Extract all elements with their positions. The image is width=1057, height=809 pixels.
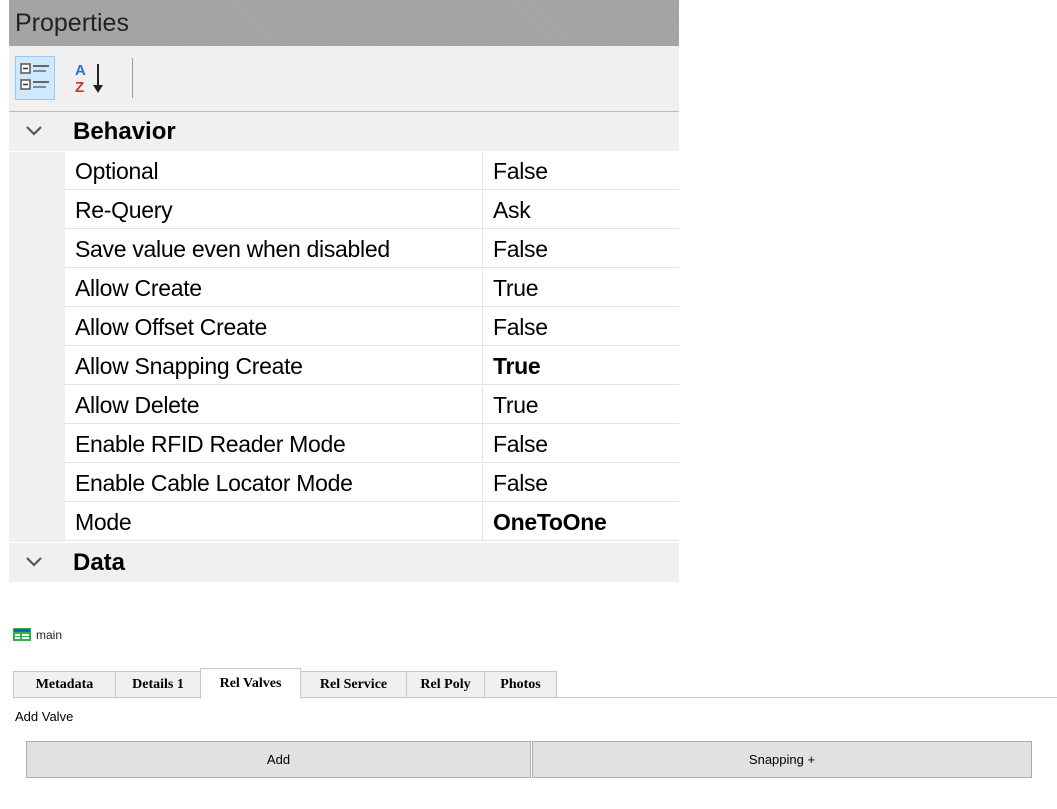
categorized-icon — [20, 63, 49, 90]
category-label: Data — [73, 549, 126, 576]
property-value[interactable]: False — [483, 308, 679, 346]
property-value[interactable]: False — [483, 425, 679, 463]
row-gutter — [9, 347, 65, 386]
row-gutter — [9, 191, 65, 230]
row-gutter — [9, 308, 65, 347]
property-value[interactable]: True — [483, 269, 679, 307]
tab-details-1[interactable]: Details 1 — [115, 671, 201, 698]
form-title: main — [36, 628, 63, 642]
svg-text:Z: Z — [75, 79, 84, 96]
property-value[interactable]: Ask — [483, 191, 679, 229]
tab-metadata[interactable]: Metadata — [13, 671, 116, 698]
tab-photos[interactable]: Photos — [484, 671, 557, 698]
row-gutter — [9, 464, 65, 503]
property-row[interactable]: Allow Snapping Create True — [9, 347, 679, 386]
row-gutter — [9, 152, 65, 191]
row-gutter — [9, 269, 65, 308]
property-row[interactable]: Mode OneToOne — [9, 503, 679, 542]
property-name: Enable RFID Reader Mode — [65, 425, 483, 463]
properties-title: Properties — [9, 0, 679, 46]
property-value[interactable]: OneToOne — [483, 503, 679, 541]
add-valve-label: Add Valve — [15, 709, 74, 724]
property-row[interactable]: Allow Create True — [9, 269, 679, 308]
property-name: Allow Snapping Create — [65, 347, 483, 385]
property-name: Re-Query — [65, 191, 483, 229]
property-value[interactable]: True — [483, 347, 679, 385]
property-name: Allow Delete — [65, 386, 483, 424]
svg-text:A: A — [75, 62, 86, 79]
category-behavior[interactable]: Behavior — [9, 112, 679, 151]
form-icon — [13, 628, 31, 641]
property-name: Allow Create — [65, 269, 483, 307]
row-gutter — [9, 503, 65, 542]
category-label: Behavior — [73, 118, 176, 145]
alphabetical-sort-button[interactable]: A Z — [73, 56, 113, 100]
property-name: Optional — [65, 152, 483, 190]
category-data[interactable]: Data — [9, 543, 679, 582]
property-row[interactable]: Optional False — [9, 152, 679, 191]
sort-alphabetical-icon: A Z — [75, 62, 103, 96]
snapping-button[interactable]: Snapping + — [532, 741, 1032, 778]
property-name: Enable Cable Locator Mode — [65, 464, 483, 502]
row-gutter — [9, 386, 65, 425]
tab-rel-service[interactable]: Rel Service — [300, 671, 407, 698]
property-row[interactable]: Save value even when disabled False — [9, 230, 679, 269]
property-row[interactable]: Enable Cable Locator Mode False — [9, 464, 679, 503]
property-value[interactable]: False — [483, 152, 679, 190]
categorized-view-button[interactable] — [15, 56, 55, 100]
tab-rel-poly[interactable]: Rel Poly — [406, 671, 485, 698]
row-gutter — [9, 230, 65, 269]
property-name: Allow Offset Create — [65, 308, 483, 346]
chevron-down-icon[interactable] — [23, 553, 45, 571]
property-row[interactable]: Enable RFID Reader Mode False — [9, 425, 679, 464]
toolbar-separator — [132, 58, 133, 98]
property-name: Mode — [65, 503, 483, 541]
property-value[interactable]: True — [483, 386, 679, 424]
add-button[interactable]: Add — [26, 741, 531, 778]
property-value[interactable]: False — [483, 230, 679, 268]
properties-toolbar: A Z — [9, 46, 679, 112]
chevron-down-icon[interactable] — [23, 122, 45, 140]
property-row[interactable]: Re-Query Ask — [9, 191, 679, 230]
row-gutter — [9, 425, 65, 464]
property-name: Save value even when disabled — [65, 230, 483, 268]
property-row[interactable]: Allow Offset Create False — [9, 308, 679, 347]
property-row[interactable]: Allow Delete True — [9, 386, 679, 425]
properties-panel: Properties A Z Behavior Optional False R… — [9, 0, 679, 585]
property-value[interactable]: False — [483, 464, 679, 502]
tab-rel-valves[interactable]: Rel Valves — [200, 668, 301, 699]
